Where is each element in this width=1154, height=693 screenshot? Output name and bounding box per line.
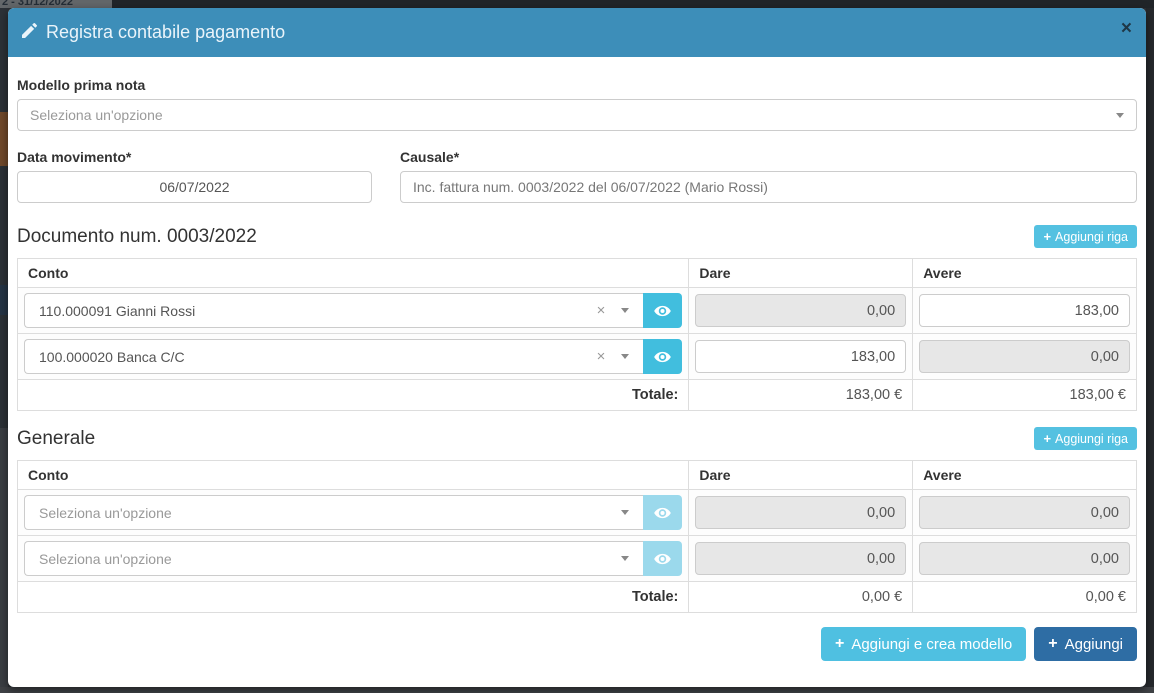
total-avere: 0,00 € <box>913 582 1137 613</box>
conto-select-group: 110.000091 Gianni Rossi × <box>24 293 682 328</box>
generale-col-avere: Avere <box>913 461 1137 490</box>
conto-placeholder: Seleziona un'opzione <box>39 551 172 567</box>
table-row: Seleziona un'opzione <box>18 490 1137 536</box>
page-fragment-background: 2 - 31/12/2022 <box>0 0 112 8</box>
date-label: Data movimento* <box>17 149 372 165</box>
documento-total-row: Totale: 183,00 € 183,00 € <box>18 380 1137 411</box>
clear-icon[interactable]: × <box>597 303 606 318</box>
total-avere: 183,00 € <box>913 380 1137 411</box>
modello-placeholder: Seleziona un'opzione <box>30 107 163 123</box>
clear-icon[interactable]: × <box>597 349 606 364</box>
eye-button <box>643 541 682 576</box>
documento-section-title: Documento num. 0003/2022 <box>17 226 257 248</box>
avere-input <box>919 542 1130 575</box>
eye-icon <box>654 553 671 565</box>
chevron-down-icon <box>621 556 629 561</box>
eye-icon <box>654 351 671 363</box>
backdrop-bottom-strip <box>0 687 1154 693</box>
add-and-create-model-label: Aggiungi e crea modello <box>851 636 1012 653</box>
total-dare: 0,00 € <box>689 582 913 613</box>
causale-input[interactable] <box>400 171 1137 203</box>
total-dare: 183,00 € <box>689 380 913 411</box>
add-row-label: Aggiungi riga <box>1055 432 1128 446</box>
conto-select-group: 100.000020 Banca C/C × <box>24 339 682 374</box>
close-icon[interactable]: × <box>1121 19 1132 38</box>
plus-icon: + <box>1043 229 1051 244</box>
backdrop-right-sliver <box>1146 8 1154 687</box>
table-row: 110.000091 Gianni Rossi × <box>18 288 1137 334</box>
add-button[interactable]: + Aggiungi <box>1034 627 1137 661</box>
documento-col-avere: Avere <box>913 259 1137 288</box>
documento-add-row-button[interactable]: + Aggiungi riga <box>1034 225 1137 248</box>
dare-input <box>695 542 906 575</box>
documento-col-dare: Dare <box>689 259 913 288</box>
generale-col-dare: Dare <box>689 461 913 490</box>
generale-section-title: Generale <box>17 428 95 450</box>
add-and-create-model-button[interactable]: + Aggiungi e crea modello <box>821 627 1026 661</box>
table-row: Seleziona un'opzione <box>18 536 1137 582</box>
date-causale-row: Data movimento* Causale* <box>17 149 1137 203</box>
conto-value: 110.000091 Gianni Rossi <box>39 303 195 319</box>
backdrop-left-sliver <box>0 8 8 687</box>
modello-select[interactable]: Seleziona un'opzione <box>17 99 1137 131</box>
causale-column: Causale* <box>400 149 1137 203</box>
avere-input <box>919 496 1130 529</box>
add-label: Aggiungi <box>1065 636 1123 653</box>
conto-select-group: Seleziona un'opzione <box>24 541 682 576</box>
eye-icon <box>654 305 671 317</box>
conto-select[interactable]: 100.000020 Banca C/C × <box>24 339 643 374</box>
generale-table: Conto Dare Avere Seleziona un'opzione <box>17 460 1137 613</box>
conto-select-group: Seleziona un'opzione <box>24 495 682 530</box>
dare-input <box>695 496 906 529</box>
modal-body: Modello prima nota Seleziona un'opzione … <box>8 57 1146 673</box>
date-column: Data movimento* <box>17 149 372 203</box>
conto-select[interactable]: Seleziona un'opzione <box>24 541 643 576</box>
modello-label: Modello prima nota <box>17 77 1137 93</box>
dare-input[interactable] <box>695 340 906 373</box>
avere-input[interactable] <box>919 294 1130 327</box>
dare-input <box>695 294 906 327</box>
generale-add-row-button[interactable]: + Aggiungi riga <box>1034 427 1137 450</box>
date-input[interactable] <box>17 171 372 203</box>
modal-header: Registra contabile pagamento × <box>8 8 1146 57</box>
conto-select[interactable]: Seleziona un'opzione <box>24 495 643 530</box>
conto-value: 100.000020 Banca C/C <box>39 349 185 365</box>
generale-col-conto: Conto <box>18 461 689 490</box>
chevron-down-icon <box>621 510 629 515</box>
eye-button <box>643 495 682 530</box>
total-label: Totale: <box>18 582 689 613</box>
conto-placeholder: Seleziona un'opzione <box>39 505 172 521</box>
modal-title: Registra contabile pagamento <box>46 22 285 43</box>
chevron-down-icon <box>1116 113 1124 118</box>
avere-input <box>919 340 1130 373</box>
plus-icon: + <box>1043 431 1051 446</box>
add-row-label: Aggiungi riga <box>1055 230 1128 244</box>
backdrop-top-strip: 2 - 31/12/2022 <box>0 0 1154 8</box>
register-payment-modal: Registra contabile pagamento × Modello p… <box>8 8 1146 687</box>
plus-icon: + <box>1048 635 1057 653</box>
page-fragment-text: 2 - 31/12/2022 <box>2 0 73 8</box>
backdrop-fragment-gray <box>0 428 8 687</box>
total-label: Totale: <box>18 380 689 411</box>
eye-button[interactable] <box>643 293 682 328</box>
plus-icon: + <box>835 635 844 653</box>
backdrop-fragment-navy <box>0 285 8 315</box>
documento-col-conto: Conto <box>18 259 689 288</box>
causale-label: Causale* <box>400 149 1137 165</box>
generale-total-row: Totale: 0,00 € 0,00 € <box>18 582 1137 613</box>
generale-section-header: Generale + Aggiungi riga <box>17 427 1137 450</box>
pencil-icon <box>22 23 37 43</box>
chevron-down-icon <box>621 308 629 313</box>
conto-select[interactable]: 110.000091 Gianni Rossi × <box>24 293 643 328</box>
backdrop-fragment-brown <box>0 112 8 166</box>
modal-footer: + Aggiungi e crea modello + Aggiungi <box>17 627 1137 673</box>
documento-table: Conto Dare Avere 110.000091 Gianni Rossi… <box>17 258 1137 411</box>
documento-section-header: Documento num. 0003/2022 + Aggiungi riga <box>17 225 1137 248</box>
eye-button[interactable] <box>643 339 682 374</box>
chevron-down-icon <box>621 354 629 359</box>
eye-icon <box>654 507 671 519</box>
table-row: 100.000020 Banca C/C × <box>18 334 1137 380</box>
